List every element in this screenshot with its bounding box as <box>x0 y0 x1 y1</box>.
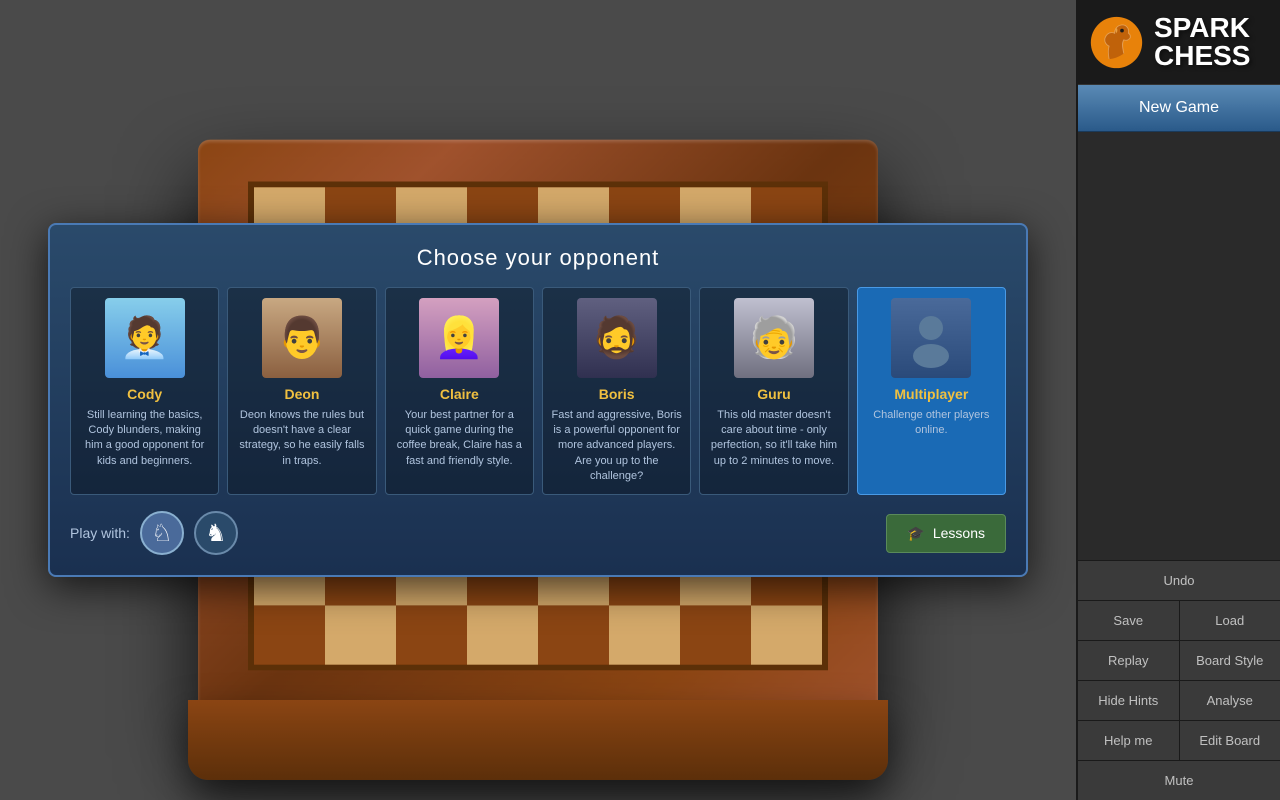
choose-opponent-dialog: Choose your opponent 🧑‍💼 Cody Still lear… <box>48 223 1028 578</box>
lessons-label: Lessons <box>933 525 985 541</box>
sidebar-header: SPARK CHESS <box>1078 0 1280 85</box>
multiplayer-avatar <box>891 298 971 378</box>
sidebar: SPARK CHESS New Game Undo Save Load Repl… <box>1076 0 1280 800</box>
board-style-button[interactable]: Board Style <box>1180 641 1280 680</box>
spark-text: SPARK <box>1154 14 1250 42</box>
white-piece-button[interactable]: ♘ <box>140 511 184 555</box>
replay-boardstyle-row: Replay Board Style <box>1078 640 1280 680</box>
load-button[interactable]: Load <box>1180 601 1280 640</box>
claire-desc: Your best partner for a quick game durin… <box>394 408 525 470</box>
help-me-button[interactable]: Help me <box>1078 721 1180 760</box>
play-with-label: Play with: <box>70 525 130 541</box>
boris-desc: Fast and aggressive, Boris is a powerful… <box>551 408 682 485</box>
undo-section: Undo <box>1078 560 1280 600</box>
white-knight-icon: ♘ <box>151 519 173 548</box>
new-game-button[interactable]: New Game <box>1078 85 1280 132</box>
mute-button[interactable]: Mute <box>1078 760 1280 800</box>
black-piece-button[interactable]: ♞ <box>194 511 238 555</box>
multiplayer-silhouette <box>901 308 961 368</box>
analyse-button[interactable]: Analyse <box>1180 681 1280 720</box>
dialog-footer: Play with: ♘ ♞ 🎓 Lessons <box>70 511 1006 555</box>
play-with-section: Play with: ♘ ♞ <box>70 511 238 555</box>
cody-name: Cody <box>79 386 210 402</box>
helpme-editboard-row: Help me Edit Board <box>1078 720 1280 760</box>
spark-chess-logo <box>1086 12 1146 72</box>
hide-hints-button[interactable]: Hide Hints <box>1078 681 1180 720</box>
deon-name: Deon <box>236 386 367 402</box>
sidebar-spacer <box>1078 132 1280 560</box>
opponents-grid: 🧑‍💼 Cody Still learning the basics, Cody… <box>70 287 1006 496</box>
cody-desc: Still learning the basics, Cody blunders… <box>79 408 210 470</box>
multiplayer-name: Multiplayer <box>866 386 997 402</box>
hints-analyse-row: Hide Hints Analyse <box>1078 680 1280 720</box>
cody-avatar: 🧑‍💼 <box>105 298 185 378</box>
deon-desc: Deon knows the rules but doesn't have a … <box>236 408 367 470</box>
save-load-row: Save Load <box>1078 600 1280 640</box>
graduation-icon: 🎓 <box>907 525 924 542</box>
chess-text: CHESS <box>1154 42 1250 70</box>
multiplayer-desc: Challenge other players online. <box>866 408 997 439</box>
chess-board-area: Choose your opponent 🧑‍💼 Cody Still lear… <box>0 0 1076 800</box>
opponent-deon[interactable]: 👨 Deon Deon knows the rules but doesn't … <box>227 287 376 496</box>
spark-chess-title: SPARK CHESS <box>1154 14 1250 70</box>
save-button[interactable]: Save <box>1078 601 1180 640</box>
replay-button[interactable]: Replay <box>1078 641 1180 680</box>
dialog-title: Choose your opponent <box>70 245 1006 271</box>
dialog-overlay: Choose your opponent 🧑‍💼 Cody Still lear… <box>0 0 1076 800</box>
claire-avatar: 👱‍♀️ <box>419 298 499 378</box>
opponent-claire[interactable]: 👱‍♀️ Claire Your best partner for a quic… <box>385 287 534 496</box>
opponent-guru[interactable]: 🧓 Guru This old master doesn't care abou… <box>699 287 848 496</box>
opponent-multiplayer[interactable]: Multiplayer Challenge other players onli… <box>857 287 1006 496</box>
deon-avatar: 👨 <box>262 298 342 378</box>
opponent-cody[interactable]: 🧑‍💼 Cody Still learning the basics, Cody… <box>70 287 219 496</box>
guru-avatar: 🧓 <box>734 298 814 378</box>
boris-avatar: 🧔 <box>577 298 657 378</box>
edit-board-button[interactable]: Edit Board <box>1180 721 1280 760</box>
opponent-boris[interactable]: 🧔 Boris Fast and aggressive, Boris is a … <box>542 287 691 496</box>
undo-button[interactable]: Undo <box>1078 560 1280 600</box>
lessons-button[interactable]: 🎓 Lessons <box>886 514 1006 553</box>
claire-name: Claire <box>394 386 525 402</box>
boris-name: Boris <box>551 386 682 402</box>
guru-desc: This old master doesn't care about time … <box>708 408 839 470</box>
black-knight-icon: ♞ <box>205 519 227 548</box>
horse-logo-svg <box>1089 15 1144 70</box>
guru-name: Guru <box>708 386 839 402</box>
mute-section: Mute <box>1078 760 1280 800</box>
